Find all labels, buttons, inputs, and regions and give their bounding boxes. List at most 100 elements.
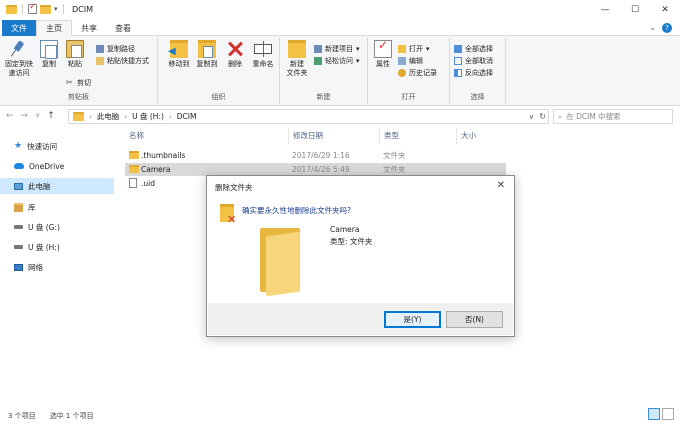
search-input[interactable]: 在 DCIM 中搜索 <box>566 111 620 122</box>
history-label: 历史记录 <box>409 69 437 77</box>
file-name: .uid <box>141 179 155 188</box>
column-header-name[interactable]: 名称 <box>129 130 144 141</box>
paste-shortcut-button[interactable]: 粘贴快捷方式 <box>96 56 149 66</box>
nav-item-this-pc[interactable]: 此电脑 <box>0 178 114 194</box>
nav-item-libraries[interactable]: 库 <box>0 199 114 215</box>
pin-icon <box>10 40 28 58</box>
tab-share[interactable]: 共享 <box>72 20 106 36</box>
chevron-down-icon[interactable]: ▾ <box>54 5 58 13</box>
details-view-icon[interactable] <box>648 408 660 420</box>
organize-group-label: 组织 <box>211 93 226 101</box>
new-folder-button[interactable]: 新建 文件夹 <box>284 40 310 78</box>
explorer-window: ▾ DCIM — ☐ ✕ 文件 主页 共享 查看 ⌄ ? 固定到快速访问 复制 <box>0 0 680 425</box>
column-header-type[interactable]: 类型 <box>384 130 399 141</box>
title-bar: ▾ DCIM — ☐ ✕ <box>0 0 680 20</box>
delete-button[interactable]: 删除 <box>224 40 246 69</box>
column-divider[interactable] <box>379 128 380 144</box>
forward-arrow-icon[interactable]: → <box>21 111 29 121</box>
folder-icon <box>73 112 84 121</box>
close-button[interactable]: ✕ <box>650 0 680 20</box>
search-icon: ⌕ <box>558 111 563 121</box>
clipboard-group-label: 剪贴板 <box>68 93 89 101</box>
breadcrumb-this-pc[interactable]: 此电脑 <box>97 111 120 122</box>
delete-folder-dialog: 删除文件夹 ✕ 确实要永久性地删除此文件夹吗? Camera 类型: 文件夹 是… <box>206 175 515 337</box>
delete-label: 删除 <box>228 60 242 68</box>
copy-path-button[interactable]: 复制路径 <box>96 44 135 54</box>
open-group-label: 打开 <box>401 93 416 101</box>
column-header-size[interactable]: 大小 <box>461 130 476 141</box>
library-icon <box>14 202 23 212</box>
move-to-button[interactable]: 移动到 <box>166 40 192 69</box>
dialog-question: 确实要永久性地删除此文件夹吗? <box>242 206 351 215</box>
tab-file[interactable]: 文件 <box>2 20 36 36</box>
divider <box>22 4 23 14</box>
nav-item-usb-h[interactable]: U 盘 (H:) <box>0 239 114 255</box>
address-bar[interactable]: › 此电脑 › U 盘 (H:) › DCIM ∨ ↻ <box>68 109 549 124</box>
nav-item-network[interactable]: 网络 <box>0 259 114 275</box>
open-button[interactable]: 打开 ▾ <box>398 44 430 54</box>
breadcrumb-dcim[interactable]: DCIM <box>177 112 197 121</box>
open-label: 打开 <box>409 45 423 53</box>
dialog-item-type: 类型: 文件夹 <box>330 237 373 246</box>
nav-item-onedrive[interactable]: OneDrive <box>0 158 114 174</box>
close-icon[interactable]: ✕ <box>497 180 505 191</box>
easy-access-label: 轻松访问 <box>325 57 353 65</box>
help-icon[interactable]: ? <box>662 23 672 33</box>
selected-count: 选中 1 个项目 <box>49 412 94 420</box>
cut-button[interactable]: ✂ 剪切 <box>66 78 91 88</box>
minimize-button[interactable]: — <box>590 0 620 20</box>
tab-view[interactable]: 查看 <box>106 20 140 36</box>
paste-label: 粘贴 <box>68 60 82 68</box>
back-arrow-icon[interactable]: ← <box>6 111 14 121</box>
chevron-down-icon[interactable]: ∨ <box>529 113 534 121</box>
tab-home[interactable]: 主页 <box>36 20 72 36</box>
navigation-pane: ★ 快速访问 OneDrive 此电脑 库 U 盘 (G:) U 盘 (H:) … <box>0 130 118 400</box>
edit-button[interactable]: 编辑 <box>398 56 423 66</box>
quick-access-toolbar: ▾ <box>6 2 66 14</box>
recent-chevron-icon[interactable]: ∨ <box>35 111 40 121</box>
file-date: 2017/4/26 5:49 <box>292 165 350 174</box>
open-icon <box>398 45 406 53</box>
up-arrow-icon[interactable]: ↑ <box>47 111 55 121</box>
large-icons-view-icon[interactable] <box>662 408 674 420</box>
pin-button[interactable]: 固定到快速访问 <box>4 40 34 78</box>
invert-selection-button[interactable]: 反向选择 <box>454 68 493 78</box>
properties-button[interactable]: 属性 <box>372 40 394 69</box>
chevron-down-icon[interactable]: ⌄ <box>649 23 656 33</box>
new-item-button[interactable]: 新建项目 ▾ <box>314 44 360 54</box>
copy-to-label: 复制到 <box>196 60 218 68</box>
select-all-button[interactable]: 全部选择 <box>454 44 493 54</box>
copy-button[interactable]: 复制 <box>38 40 60 69</box>
column-divider[interactable] <box>456 128 457 144</box>
column-header-date[interactable]: 修改日期 <box>293 130 323 141</box>
no-button[interactable]: 否(N) <box>446 311 503 328</box>
select-none-button[interactable]: 全部取消 <box>454 56 493 66</box>
new-folder-icon[interactable] <box>40 4 51 14</box>
file-row[interactable]: .thumbnails 2017/6/29 1:16 文件夹 <box>125 149 506 162</box>
maximize-button[interactable]: ☐ <box>620 0 650 20</box>
window-title: DCIM <box>72 5 94 14</box>
select-none-icon <box>454 57 462 65</box>
status-bar: 3 个项目 选中 1 个项目 <box>8 411 94 421</box>
copy-icon <box>40 40 58 59</box>
star-icon: ★ <box>14 140 23 151</box>
nav-item-quick-access[interactable]: ★ 快速访问 <box>0 138 114 154</box>
yes-button[interactable]: 是(Y) <box>384 311 441 328</box>
edit-icon <box>398 57 406 65</box>
usb-drive-icon <box>14 225 23 229</box>
easy-access-button[interactable]: 轻松访问 ▾ <box>314 56 360 66</box>
copy-to-button[interactable]: 复制到 <box>194 40 220 69</box>
breadcrumb-usb-h[interactable]: U 盘 (H:) <box>132 111 164 122</box>
breadcrumb-separator: › <box>168 112 172 121</box>
rename-button[interactable]: 重命名 <box>250 40 276 69</box>
move-to-label: 移动到 <box>168 60 190 68</box>
search-box[interactable]: ⌕ 在 DCIM 中搜索 <box>553 109 673 124</box>
copy-path-label: 复制路径 <box>107 45 135 53</box>
refresh-icon[interactable]: ↻ <box>539 112 546 121</box>
paste-button[interactable]: 粘贴 <box>64 40 86 69</box>
dialog-body: 确实要永久性地删除此文件夹吗? Camera 类型: 文件夹 <box>208 196 513 304</box>
nav-item-usb-g[interactable]: U 盘 (G:) <box>0 219 114 235</box>
column-divider[interactable] <box>288 128 289 144</box>
history-button[interactable]: 历史记录 <box>398 68 437 78</box>
properties-icon[interactable] <box>28 2 37 14</box>
